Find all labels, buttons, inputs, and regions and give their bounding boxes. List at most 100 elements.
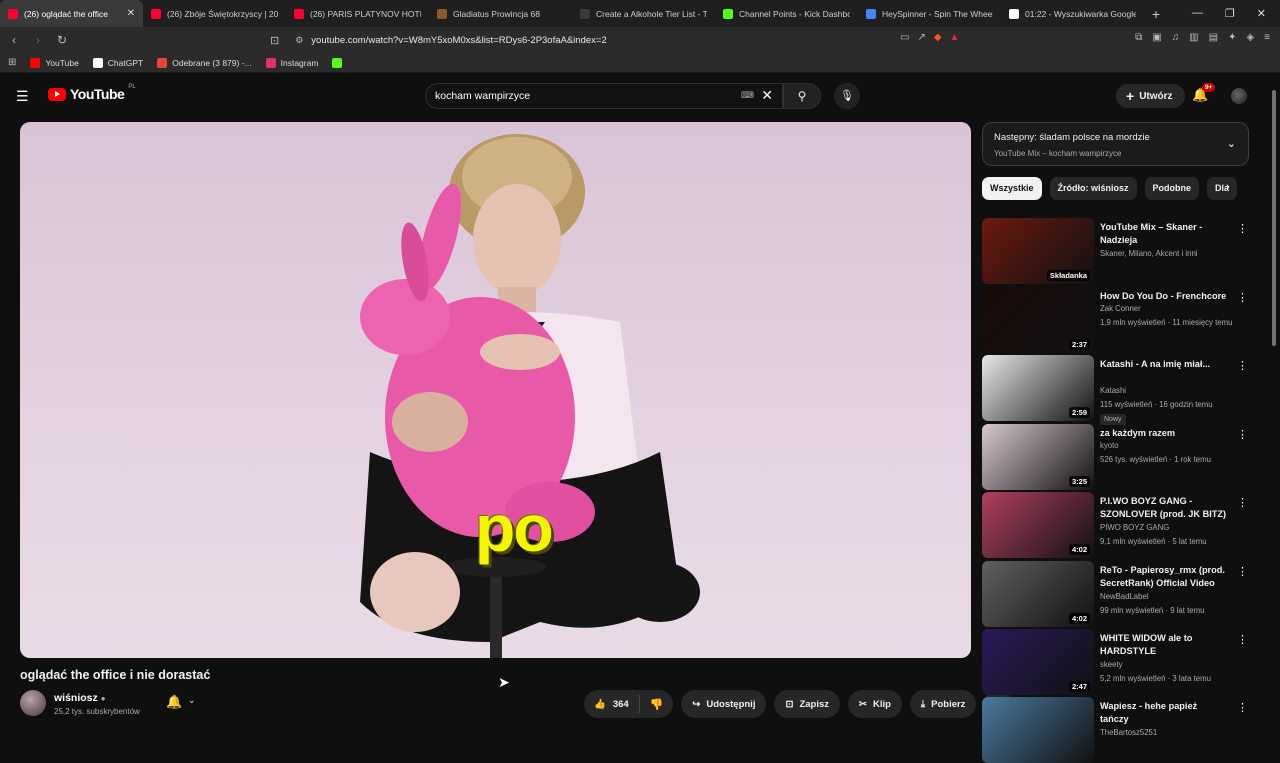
- wallet-icon[interactable]: ▤: [1209, 32, 1218, 43]
- kebab-menu-icon[interactable]: ⋮: [1237, 633, 1248, 646]
- recommendation-channel[interactable]: NewBadLabel: [1100, 592, 1149, 601]
- new-tab-button[interactable]: +: [1144, 6, 1168, 22]
- video-thumbnail[interactable]: 4:02: [982, 492, 1094, 558]
- recommendation-item[interactable]: 4:02 ReTo - Papierosy_rmx (prod. SecretRa…: [982, 561, 1252, 627]
- video-thumbnail[interactable]: Składanka: [982, 218, 1094, 284]
- recommendation-item[interactable]: Składanka YouTube Mix – Skaner - Nadzieja…: [982, 218, 1252, 284]
- kebab-menu-icon[interactable]: ⋮: [1237, 222, 1248, 235]
- create-button[interactable]: + Utwórz: [1116, 84, 1185, 108]
- browser-tab[interactable]: (26) PARIS PLATYNOV HOTELO: [286, 0, 429, 27]
- ai-icon[interactable]: ✦: [1228, 32, 1236, 43]
- browser-tab[interactable]: Channel Points - Kick Dashbo: [715, 0, 858, 27]
- recommendation-title[interactable]: za każdym razem: [1100, 427, 1228, 440]
- clear-search-icon[interactable]: ✕: [761, 87, 773, 104]
- video-player[interactable]: po: [20, 122, 971, 658]
- apps-grid-icon[interactable]: ⊞: [8, 57, 16, 68]
- browser-tab[interactable]: HeySpinner - Spin The Wheel: [858, 0, 1001, 27]
- filter-chip[interactable]: Wszystkie: [982, 177, 1042, 200]
- recommendation-title[interactable]: ReTo - Papierosy_rmx (prod. SecretRank) …: [1100, 564, 1228, 590]
- recommendation-channel[interactable]: Skaner, Milano, Akcent i inni: [1100, 249, 1198, 258]
- filter-chip[interactable]: Dla: [1207, 177, 1238, 200]
- recommendation-item[interactable]: 3:25 za każdym razem kyoto 526 tys. wyświet…: [982, 424, 1252, 490]
- video-thumbnail[interactable]: 4:02: [982, 561, 1094, 627]
- filter-chip[interactable]: Źródło: wiśniosz: [1049, 177, 1137, 200]
- page-scrollbar[interactable]: [1272, 90, 1276, 346]
- recommendation-title[interactable]: P.I.WO BOYZ GANG - SZONLOVER (prod. JK B…: [1100, 495, 1228, 521]
- youtube-logo[interactable]: YouTube PL: [48, 84, 136, 102]
- save-button[interactable]: ⊡ Zapisz: [774, 690, 840, 718]
- recommendation-channel[interactable]: kyoto: [1100, 441, 1119, 450]
- forward-icon[interactable]: ›: [28, 33, 48, 47]
- browser-tab[interactable]: 01:22 - Wyszukiwarka Google: [1001, 0, 1144, 27]
- kebab-menu-icon[interactable]: ⋮: [1237, 428, 1248, 441]
- recommendation-channel[interactable]: PIWO BOYZ GANG: [1100, 523, 1169, 532]
- kebab-menu-icon[interactable]: ⋮: [1237, 359, 1248, 372]
- video-thumbnail[interactable]: 2:59: [982, 355, 1094, 421]
- cast-icon[interactable]: ▭: [900, 32, 909, 43]
- close-tab-icon[interactable]: ✕: [127, 8, 135, 19]
- url-field[interactable]: ⊡ ⚙ youtube.com/watch?v=W8mY5xoM0xs&list…: [270, 30, 990, 50]
- reload-icon[interactable]: ↻: [52, 33, 72, 47]
- clip-button[interactable]: ✂ Klip: [848, 690, 902, 718]
- video-thumbnail[interactable]: 2:47: [982, 629, 1094, 695]
- site-info-icon[interactable]: ⚙: [295, 35, 303, 46]
- sidebar-icon[interactable]: ▥: [1189, 32, 1198, 43]
- up-next-panel[interactable]: Następny: śladam polsce na mordzie YouTu…: [982, 122, 1249, 166]
- bookmark-item[interactable]: Odebrane (3 879) -...: [157, 57, 252, 68]
- minimize-icon[interactable]: —: [1192, 7, 1203, 20]
- browser-tab[interactable]: (26) oglądać the office ✕: [0, 0, 143, 27]
- share-button[interactable]: ↪ Udostępnij: [681, 690, 767, 718]
- recommendation-channel[interactable]: Katashi: [1100, 386, 1126, 395]
- search-button[interactable]: ⚲: [783, 83, 821, 109]
- recommendation-item[interactable]: 2:37 How Do You Do - Frenchcore Zak Conner…: [982, 287, 1252, 353]
- video-thumbnail[interactable]: [982, 697, 1094, 763]
- close-window-icon[interactable]: ✕: [1257, 7, 1266, 20]
- chevron-down-icon[interactable]: ⌄: [188, 695, 196, 706]
- recommendation-title[interactable]: Wapiesz - hehe papież tańczy: [1100, 700, 1228, 726]
- recommendation-title[interactable]: YouTube Mix – Skaner - Nadzieja: [1100, 221, 1228, 247]
- bookmark-item[interactable]: ChatGPT: [92, 57, 143, 68]
- recommendation-channel[interactable]: skeety: [1100, 660, 1123, 669]
- browser-tab[interactable]: Gladiatus Prowincja 68: [429, 0, 572, 27]
- bookmark-item[interactable]: YouTube: [30, 57, 79, 68]
- recommendation-item[interactable]: 2:59 Katashi - A na imię miał... Katashi 11…: [982, 355, 1252, 425]
- brave-shield-icon[interactable]: ◆: [934, 32, 942, 43]
- back-icon[interactable]: ‹: [4, 33, 24, 47]
- kebab-menu-icon[interactable]: ⋮: [1237, 565, 1248, 578]
- bookmark-item[interactable]: [332, 57, 343, 68]
- video-thumbnail[interactable]: 2:37: [982, 287, 1094, 353]
- channel-avatar[interactable]: [20, 690, 46, 716]
- search-input[interactable]: kocham wampirzyce ⌨ ✕: [425, 83, 783, 109]
- recommendation-title[interactable]: How Do You Do - Frenchcore: [1100, 290, 1228, 303]
- kebab-menu-icon[interactable]: ⋮: [1237, 291, 1248, 304]
- chevron-down-icon[interactable]: ⌄: [1227, 137, 1236, 150]
- dislike-button[interactable]: 👎: [640, 698, 674, 711]
- recommendation-channel[interactable]: Zak Conner: [1100, 304, 1141, 313]
- bookmark-item[interactable]: Instagram: [265, 57, 318, 68]
- recommendation-channel[interactable]: TheBartosz5251: [1100, 728, 1157, 737]
- extensions-icon[interactable]: ⧉: [1135, 32, 1142, 43]
- vpn-icon[interactable]: ◈: [1246, 32, 1254, 43]
- screenshot-icon[interactable]: ▣: [1152, 32, 1161, 43]
- recommendation-title[interactable]: Katashi - A na imię miał...: [1100, 358, 1228, 371]
- recommendation-item[interactable]: 2:47 WHITE WIDOW ale to HARDSTYLE skeety 5,…: [982, 629, 1252, 695]
- recommendation-item[interactable]: 4:02 P.I.WO BOYZ GANG - SZONLOVER (prod. …: [982, 492, 1252, 558]
- chevron-right-icon[interactable]: ›: [1226, 181, 1230, 193]
- subscribe-bell-icon[interactable]: 🔔: [166, 694, 182, 710]
- download-button[interactable]: ⤓ Pobierz: [909, 690, 977, 718]
- rewards-icon[interactable]: ▲: [950, 32, 960, 43]
- notifications-button[interactable]: 🔔 9+: [1192, 83, 1216, 103]
- hamburger-menu-icon[interactable]: ☰: [16, 88, 29, 105]
- recommendation-title[interactable]: WHITE WIDOW ale to HARDSTYLE: [1100, 632, 1228, 658]
- music-icon[interactable]: ♫: [1172, 32, 1180, 43]
- like-button[interactable]: 👍 364: [584, 695, 640, 713]
- video-thumbnail[interactable]: 3:25: [982, 424, 1094, 490]
- channel-name[interactable]: wiśniosz ●: [54, 692, 106, 704]
- keyboard-icon[interactable]: ⌨: [741, 90, 754, 101]
- kebab-menu-icon[interactable]: ⋮: [1237, 496, 1248, 509]
- account-avatar[interactable]: [1231, 88, 1247, 104]
- maximize-icon[interactable]: ❐: [1225, 7, 1235, 20]
- bookmark-icon[interactable]: ⊡: [270, 34, 279, 47]
- browser-tab[interactable]: (26) Zbóje Świętokrzyscy | 20 S: [143, 0, 286, 27]
- recommendation-item[interactable]: Wapiesz - hehe papież tańczy TheBartosz52…: [982, 697, 1252, 763]
